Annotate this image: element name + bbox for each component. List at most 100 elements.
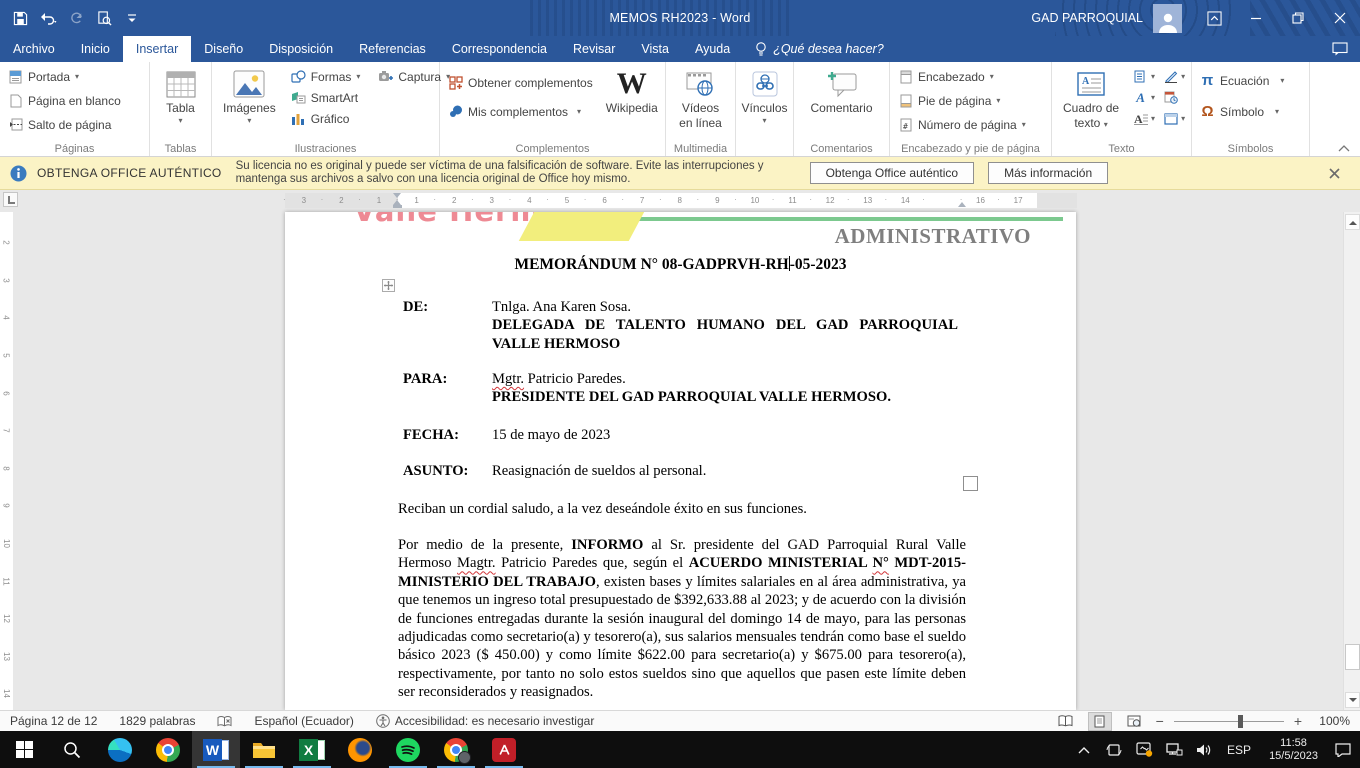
tray-tablet-mode-icon[interactable] [1101, 731, 1127, 768]
get-addins-button[interactable]: Obtener complementos [445, 72, 596, 93]
wikipedia-button[interactable]: W Wikipedia [600, 66, 664, 117]
indent-markers[interactable] [393, 193, 402, 208]
ribbon-tab[interactable]: Vista [628, 36, 682, 62]
memo-field-asunto[interactable]: ASUNTO: Reasignación de sueldos al perso… [403, 462, 958, 480]
page-indicator[interactable]: Página 12 de 12 [10, 714, 97, 728]
body-paragraph-main[interactable]: Por medio de la presente, INFORMO al Sr.… [398, 536, 966, 702]
print-preview-icon[interactable] [92, 6, 116, 30]
left-indent-marker[interactable] [393, 205, 402, 208]
ribbon-tab[interactable]: Referencias [346, 36, 439, 62]
customize-qat-icon[interactable] [120, 6, 144, 30]
memo-field-fecha[interactable]: FECHA: 15 de mayo de 2023 [403, 426, 958, 444]
tell-me-box[interactable]: ¿Qué desea hacer? [743, 36, 896, 62]
taskbar-explorer-icon[interactable] [240, 731, 288, 768]
ribbon-display-options-icon[interactable] [1194, 0, 1234, 36]
footer-button[interactable]: Pie de página▾ [895, 90, 1029, 111]
equation-button[interactable]: π Ecuación▾ [1197, 70, 1287, 91]
object-button[interactable]: ▾ [1163, 111, 1185, 126]
feedback-icon[interactable] [1332, 36, 1360, 62]
get-genuine-office-button[interactable]: Obtenga Office auténtico [810, 162, 975, 184]
wordart-button[interactable]: A▾ [1133, 90, 1155, 105]
header-button[interactable]: Encabezado▾ [895, 66, 1029, 87]
undo-icon[interactable] [36, 6, 60, 30]
zoom-slider[interactable] [1174, 721, 1284, 722]
table-move-handle-icon[interactable] [382, 279, 395, 292]
zoom-slider-thumb[interactable] [1238, 715, 1243, 728]
restore-button[interactable] [1278, 0, 1318, 36]
tray-language-indicator[interactable]: ESP [1221, 743, 1257, 757]
ribbon-tab[interactable]: Archivo [0, 36, 68, 62]
taskbar-firefox-icon[interactable] [336, 731, 384, 768]
tray-volume-icon[interactable] [1191, 731, 1217, 768]
redo-icon[interactable] [64, 6, 88, 30]
right-indent-marker[interactable] [958, 200, 966, 207]
scrollbar-thumb[interactable] [1345, 644, 1360, 670]
taskbar-excel-icon[interactable]: X [288, 731, 336, 768]
taskbar-spotify-icon[interactable] [384, 731, 432, 768]
page-number-button[interactable]: # Número de página▾ [895, 114, 1029, 135]
quick-parts-button[interactable]: ▾ [1133, 69, 1155, 84]
tray-clock[interactable]: 11:58 15/5/2023 [1261, 737, 1326, 763]
taskbar-search-icon[interactable] [48, 731, 96, 768]
print-layout-view-icon[interactable] [1088, 712, 1112, 731]
comment-button[interactable]: Comentario [804, 66, 878, 117]
my-addins-button[interactable]: Mis complementos▾ [445, 101, 596, 122]
start-button[interactable] [0, 731, 48, 768]
shapes-button[interactable]: Formas▾ [288, 66, 364, 87]
collapse-ribbon-icon[interactable] [1338, 144, 1350, 152]
close-button[interactable] [1320, 0, 1360, 36]
learn-more-button[interactable]: Más información [988, 162, 1108, 184]
account-name[interactable]: GAD PARROQUIAL [1031, 11, 1143, 25]
table-button[interactable]: Tabla ▾ [160, 66, 202, 127]
cover-page-button[interactable]: Portada▾ [5, 66, 124, 87]
empty-checkbox-marker[interactable] [963, 476, 978, 491]
horizontal-ruler[interactable]: 321 12345678910111213141617 [285, 193, 1077, 208]
page-break-button[interactable]: Salto de página [5, 114, 124, 135]
web-layout-view-icon[interactable] [1122, 712, 1146, 731]
textbox-button[interactable]: A Cuadro de texto ▾ [1057, 66, 1125, 132]
scroll-down-icon[interactable] [1345, 692, 1360, 708]
tab-selector-icon[interactable] [3, 192, 18, 207]
zoom-level[interactable]: 100% [1312, 714, 1350, 728]
accessibility-status[interactable]: Accesibilidad: es necesario investigar [376, 714, 594, 728]
smartart-button[interactable]: SmartArt [288, 87, 364, 108]
zoom-in-icon[interactable]: + [1294, 713, 1302, 729]
pictures-button[interactable]: Imágenes ▾ [217, 66, 282, 127]
blank-page-button[interactable]: Página en blanco [5, 90, 124, 111]
body-paragraph-greeting[interactable]: Reciban un cordial saludo, a la vez dese… [398, 500, 966, 518]
word-count[interactable]: 1829 palabras [119, 714, 195, 728]
memo-title[interactable]: MEMORÁNDUM N° 08-GADPRVH-RH-05-2023 [285, 256, 1076, 274]
symbol-button[interactable]: Ω Símbolo▾ [1197, 101, 1287, 122]
proofing-errors-icon[interactable] [217, 715, 232, 728]
memo-field-de[interactable]: DE: Tnlga. Ana Karen Sosa. DELEGADA DE T… [403, 298, 958, 353]
chart-button[interactable]: Gráfico [288, 108, 364, 129]
document-page[interactable]: Valle Hermoso ADMINISTRATIVO MEMORÁNDUM … [285, 212, 1076, 710]
save-icon[interactable] [8, 6, 32, 30]
tray-chevron-up-icon[interactable] [1071, 731, 1097, 768]
taskbar-acrobat-icon[interactable] [480, 731, 528, 768]
ribbon-tab[interactable]: Ayuda [682, 36, 743, 62]
date-time-button[interactable] [1163, 90, 1185, 105]
drop-cap-button[interactable]: A▾ [1133, 111, 1155, 126]
links-button[interactable]: Vínculos ▾ [735, 66, 793, 127]
avatar[interactable] [1153, 4, 1182, 33]
ribbon-tab[interactable]: Disposición [256, 36, 346, 62]
signature-line-button[interactable]: ▾ [1163, 69, 1185, 84]
tray-network-icon[interactable] [1161, 731, 1187, 768]
memo-field-para[interactable]: PARA: Mgtr. Patricio Paredes. PRESIDENTE… [403, 370, 958, 407]
ribbon-tab[interactable]: Correspondencia [439, 36, 560, 62]
tray-sync-alert-icon[interactable] [1131, 731, 1157, 768]
ribbon-tab[interactable]: Revisar [560, 36, 628, 62]
first-line-indent-marker[interactable] [393, 193, 401, 198]
scroll-up-icon[interactable] [1345, 214, 1360, 230]
vertical-ruler[interactable]: 234567891011121314 [0, 212, 13, 710]
dismiss-warning-icon[interactable] [1319, 168, 1350, 179]
taskbar-word-icon[interactable]: W [192, 731, 240, 768]
taskbar-edge-icon[interactable] [96, 731, 144, 768]
vertical-scrollbar[interactable] [1343, 212, 1360, 710]
read-mode-view-icon[interactable] [1054, 712, 1078, 731]
ribbon-tab[interactable]: Insertar [123, 36, 191, 62]
ribbon-tab[interactable]: Diseño [191, 36, 256, 62]
online-video-button[interactable]: Vídeos en línea [673, 66, 728, 132]
action-center-icon[interactable] [1330, 731, 1356, 768]
